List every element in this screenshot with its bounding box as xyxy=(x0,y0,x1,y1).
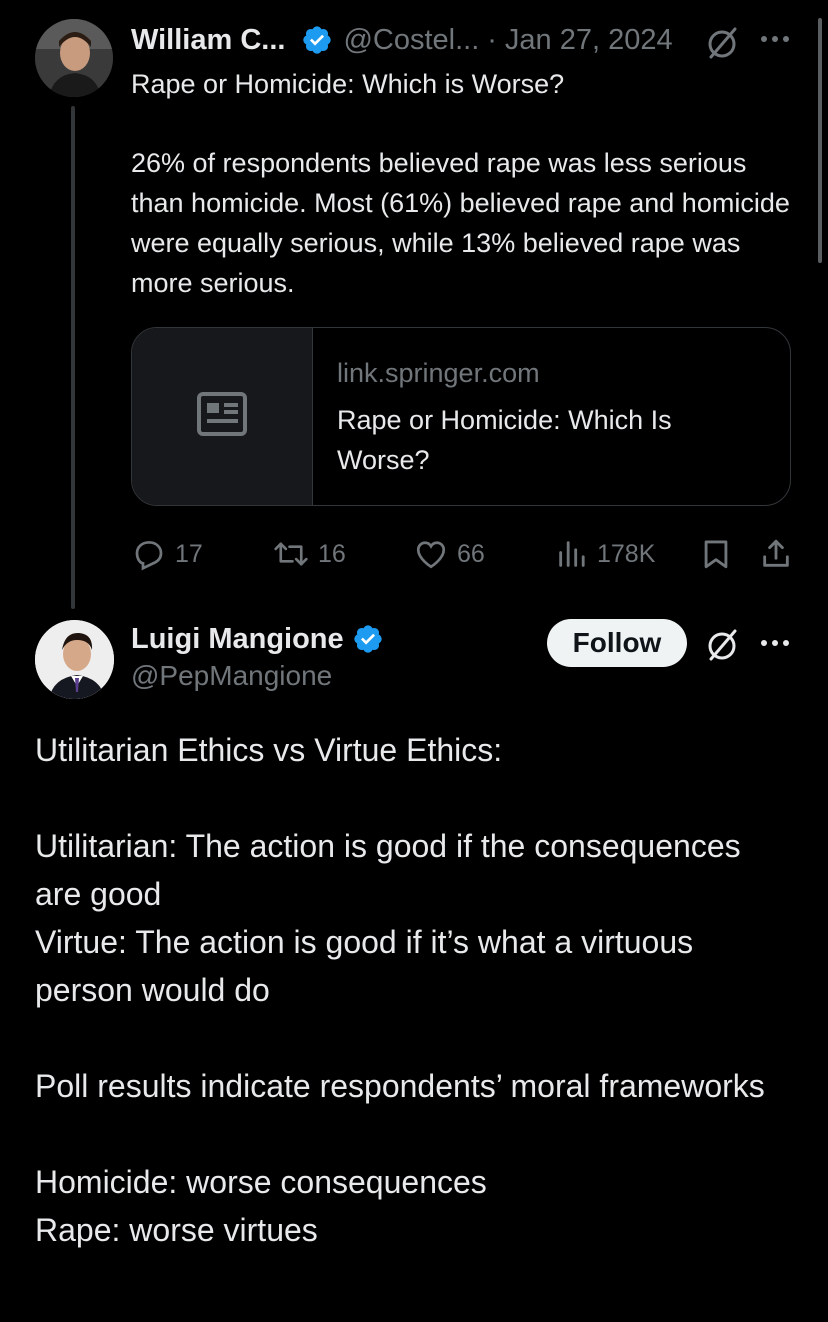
tweet-line: Homicide: worse consequences xyxy=(35,1164,487,1200)
tweet-line: Virtue: The action is good if it’s what … xyxy=(35,924,694,1008)
grok-icon[interactable] xyxy=(703,626,741,664)
verified-badge-icon xyxy=(352,623,384,655)
repost-icon xyxy=(272,536,318,572)
views-button[interactable]: 178K xyxy=(555,534,655,574)
share-button[interactable] xyxy=(759,534,801,574)
more-icon[interactable] xyxy=(760,34,790,44)
tweet-date[interactable]: Jan 27, 2024 xyxy=(505,24,673,57)
views-icon xyxy=(555,536,597,572)
bookmark-button[interactable] xyxy=(699,534,741,574)
follow-button[interactable]: Follow xyxy=(547,619,687,667)
avatar[interactable] xyxy=(35,19,113,97)
like-icon xyxy=(413,536,457,572)
timeline: William C... @Costel... · Jan 27, 2024 R… xyxy=(0,0,828,1322)
verified-badge-icon xyxy=(301,24,333,56)
more-icon[interactable] xyxy=(760,638,790,648)
tweet-actions: 17 16 66 178K xyxy=(131,534,791,574)
views-count: 178K xyxy=(597,539,656,568)
repost-count: 16 xyxy=(318,539,346,568)
like-button[interactable]: 66 xyxy=(413,534,485,574)
tweet-text: Utilitarian Ethics vs Virtue Ethics: Uti… xyxy=(35,726,795,1254)
scrollbar[interactable] xyxy=(818,18,822,263)
share-icon xyxy=(759,536,801,572)
repost-button[interactable]: 16 xyxy=(272,534,346,574)
tweet-line: Rape: worse virtues xyxy=(35,1212,318,1248)
grok-icon[interactable] xyxy=(703,24,741,62)
reply-count: 17 xyxy=(175,539,203,568)
reply-icon xyxy=(131,536,175,572)
author-name[interactable]: Luigi Mangione xyxy=(131,623,344,656)
link-title: Rape or Homicide: Which Is Worse? xyxy=(337,405,672,475)
author-name-row: Luigi Mangione xyxy=(131,618,384,660)
separator-dot: · xyxy=(487,23,497,56)
author-handle[interactable]: @PepMangione xyxy=(131,660,332,692)
like-count: 66 xyxy=(457,539,485,568)
link-preview-card[interactable]: link.springer.com Rape or Homicide: Whic… xyxy=(131,327,791,506)
tweet-header: William C... @Costel... · Jan 27, 2024 xyxy=(131,20,673,60)
reply-button[interactable]: 17 xyxy=(131,534,203,574)
tweet-title: Rape or Homicide: Which is Worse? xyxy=(131,69,565,99)
author-name[interactable]: William C... xyxy=(131,24,285,57)
tweet-line: Utilitarian: The action is good if the c… xyxy=(35,828,741,912)
link-domain: link.springer.com xyxy=(337,358,540,388)
author-handle[interactable]: @Costel... xyxy=(343,24,479,57)
link-thumbnail xyxy=(132,328,313,505)
thread-connector-line xyxy=(71,106,75,609)
tweet-text: 26% of respondents believed rape was les… xyxy=(131,148,790,298)
tweet-line: Utilitarian Ethics vs Virtue Ethics: xyxy=(35,732,503,768)
tweet-line: Poll results indicate respondents’ moral… xyxy=(35,1068,765,1104)
bookmark-icon xyxy=(699,536,741,572)
avatar[interactable] xyxy=(35,620,114,699)
article-icon xyxy=(196,391,248,442)
